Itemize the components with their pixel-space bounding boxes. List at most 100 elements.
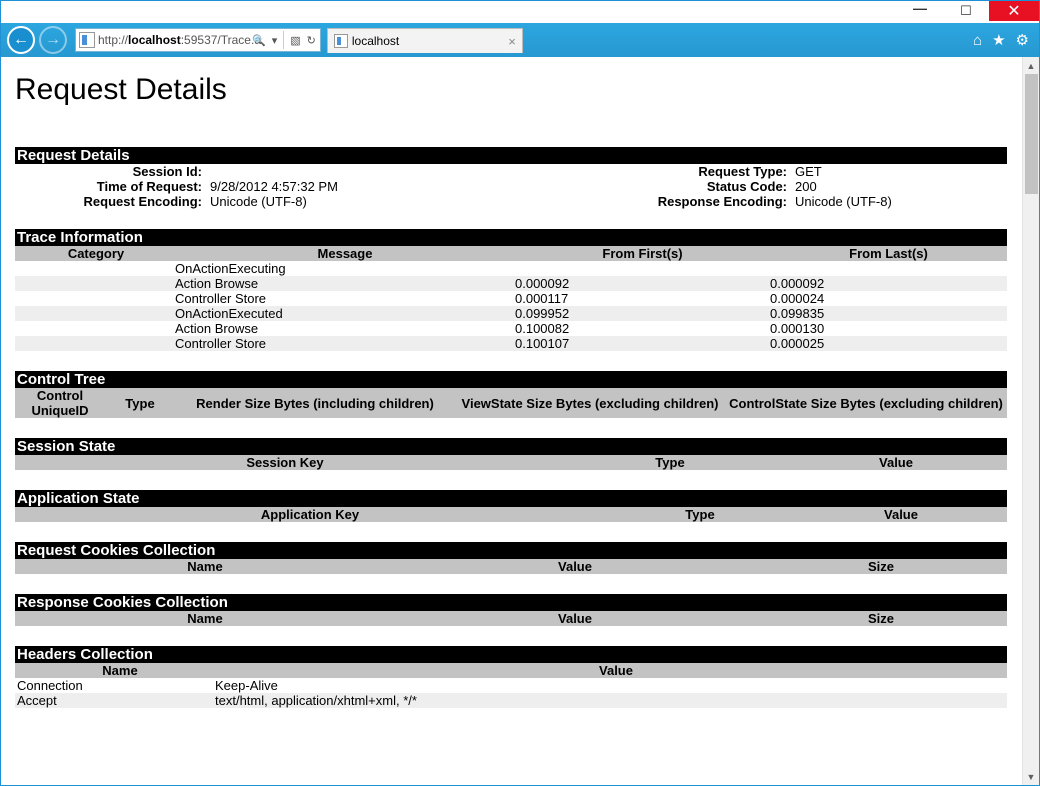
- headers-header: Name Value: [15, 663, 1007, 678]
- trace-cell-fromlast: 0.000130: [770, 321, 1007, 336]
- as-col-type: Type: [605, 507, 795, 522]
- resp-cookies-header: Name Value Size: [15, 611, 1007, 626]
- trace-cell-message: OnActionExecuting: [175, 261, 515, 276]
- separator: [283, 31, 284, 49]
- request-type-label: Request Type:: [545, 164, 795, 179]
- request-type-value: GET: [795, 164, 1005, 179]
- ctree-col-type: Type: [105, 388, 175, 418]
- scroll-thumb[interactable]: [1025, 74, 1038, 194]
- browser-toolbar: ← → http://localhost:59537/Trace.a 🔍 ▾ ▧…: [1, 23, 1039, 57]
- compat-icon[interactable]: ▧: [288, 34, 302, 47]
- page-icon: [79, 32, 95, 48]
- trace-cell-message: OnActionExecuted: [175, 306, 515, 321]
- control-tree-header: Control UniqueID Type Render Size Bytes …: [15, 388, 1007, 418]
- session-state-header: Session Key Type Value: [15, 455, 1007, 470]
- settings-icon[interactable]: ⚙: [1016, 31, 1029, 49]
- trace-col-fromlast: From Last(s): [770, 246, 1007, 261]
- arrow-right-icon: →: [45, 31, 61, 49]
- favorites-icon[interactable]: ★: [992, 31, 1005, 49]
- as-col-key: Application Key: [15, 507, 605, 522]
- forward-button[interactable]: →: [39, 26, 67, 54]
- header-cell-value: text/html, application/xhtml+xml, */*: [215, 693, 1007, 708]
- trace-cell-fromfirst: [515, 261, 770, 276]
- headers-body: ConnectionKeep-AliveAccepttext/html, app…: [15, 678, 1022, 708]
- trace-cell-fromfirst: 0.100082: [515, 321, 770, 336]
- resp-enc-label: Response Encoding:: [545, 194, 795, 209]
- refresh-icon[interactable]: ↻: [305, 34, 318, 47]
- trace-cell-fromlast: 0.000092: [770, 276, 1007, 291]
- trace-cell-category: [15, 291, 175, 306]
- status-value: 200: [795, 179, 1005, 194]
- header-cell-name: Accept: [15, 693, 215, 708]
- ss-col-key: Session Key: [15, 455, 555, 470]
- rc-col-name: Name: [15, 559, 395, 574]
- rsc-col-name: Name: [15, 611, 395, 626]
- trace-cell-category: [15, 336, 175, 351]
- trace-row: Controller Store0.1001070.000025: [15, 336, 1007, 351]
- trace-cell-category: [15, 306, 175, 321]
- trace-row: Controller Store0.0001170.000024: [15, 291, 1007, 306]
- trace-cell-fromfirst: 0.099952: [515, 306, 770, 321]
- trace-cell-message: Controller Store: [175, 291, 515, 306]
- rc-col-value: Value: [395, 559, 755, 574]
- trace-cell-message: Action Browse: [175, 276, 515, 291]
- dropdown-icon[interactable]: ▾: [270, 34, 280, 47]
- req-enc-value: Unicode (UTF-8): [210, 194, 545, 209]
- trace-col-message: Message: [175, 246, 515, 261]
- trace-col-category: Category: [15, 246, 175, 261]
- trace-cell-fromfirst: 0.000092: [515, 276, 770, 291]
- tab-localhost[interactable]: localhost ×: [327, 28, 523, 53]
- request-details-grid: Session Id: Request Type: GET Time of Re…: [15, 164, 1007, 209]
- section-req-cookies-title: Request Cookies Collection: [15, 542, 1007, 559]
- h-col-value: Value: [225, 663, 1007, 678]
- url-pre: http://: [98, 33, 128, 47]
- app-state-header: Application Key Type Value: [15, 507, 1007, 522]
- section-request-details-title: Request Details: [15, 147, 1007, 164]
- req-enc-label: Request Encoding:: [15, 194, 210, 209]
- maximize-button[interactable]: [943, 1, 989, 21]
- trace-col-fromfirst: From First(s): [515, 246, 770, 261]
- home-icon[interactable]: ⌂: [973, 32, 982, 49]
- as-col-value: Value: [795, 507, 1007, 522]
- header-row: ConnectionKeep-Alive: [15, 678, 1007, 693]
- trace-row: Action Browse0.0000920.000092: [15, 276, 1007, 291]
- arrow-left-icon: ←: [13, 31, 29, 49]
- section-trace-title: Trace Information: [15, 229, 1007, 246]
- trace-cell-fromlast: 0.000025: [770, 336, 1007, 351]
- search-icon[interactable]: 🔍: [250, 34, 268, 47]
- ctree-col-viewstate: ViewState Size Bytes (excluding children…: [455, 388, 725, 418]
- close-button[interactable]: [989, 1, 1039, 21]
- session-id-value: [210, 164, 545, 179]
- tab-page-icon: [334, 34, 348, 48]
- scroll-up-icon[interactable]: ▲: [1023, 57, 1039, 74]
- address-bar[interactable]: http://localhost:59537/Trace.a 🔍 ▾ ▧ ↻: [75, 28, 321, 52]
- header-cell-name: Connection: [15, 678, 215, 693]
- tab-strip: localhost ×: [327, 27, 971, 53]
- url-text[interactable]: http://localhost:59537/Trace.a: [98, 33, 248, 47]
- rc-col-size: Size: [755, 559, 1007, 574]
- minimize-button[interactable]: [897, 1, 943, 21]
- trace-cell-message: Controller Store: [175, 336, 515, 351]
- vertical-scrollbar[interactable]: ▲ ▼: [1022, 57, 1039, 785]
- ctree-col-id: Control UniqueID: [15, 388, 105, 418]
- ss-col-value: Value: [785, 455, 1007, 470]
- titlebar: [1, 1, 1039, 23]
- tab-title: localhost: [352, 34, 399, 48]
- scroll-down-icon[interactable]: ▼: [1023, 768, 1039, 785]
- trace-body: OnActionExecutingAction Browse0.0000920.…: [15, 261, 1022, 351]
- trace-row: Action Browse0.1000820.000130: [15, 321, 1007, 336]
- page-title: Request Details: [15, 73, 1022, 107]
- scroll-track[interactable]: [1023, 74, 1039, 768]
- section-headers-title: Headers Collection: [15, 646, 1007, 663]
- tab-close-icon[interactable]: ×: [508, 34, 516, 49]
- url-host: localhost: [128, 33, 181, 47]
- section-resp-cookies-title: Response Cookies Collection: [15, 594, 1007, 611]
- trace-cell-fromlast: 0.000024: [770, 291, 1007, 306]
- time-value: 9/28/2012 4:57:32 PM: [210, 179, 545, 194]
- trace-cell-category: [15, 261, 175, 276]
- toolbar-right: ⌂ ★ ⚙: [973, 31, 1033, 49]
- back-button[interactable]: ←: [7, 26, 35, 54]
- trace-cell-message: Action Browse: [175, 321, 515, 336]
- window: ← → http://localhost:59537/Trace.a 🔍 ▾ ▧…: [0, 0, 1040, 786]
- viewport: Request Details Request Details Session …: [1, 57, 1039, 785]
